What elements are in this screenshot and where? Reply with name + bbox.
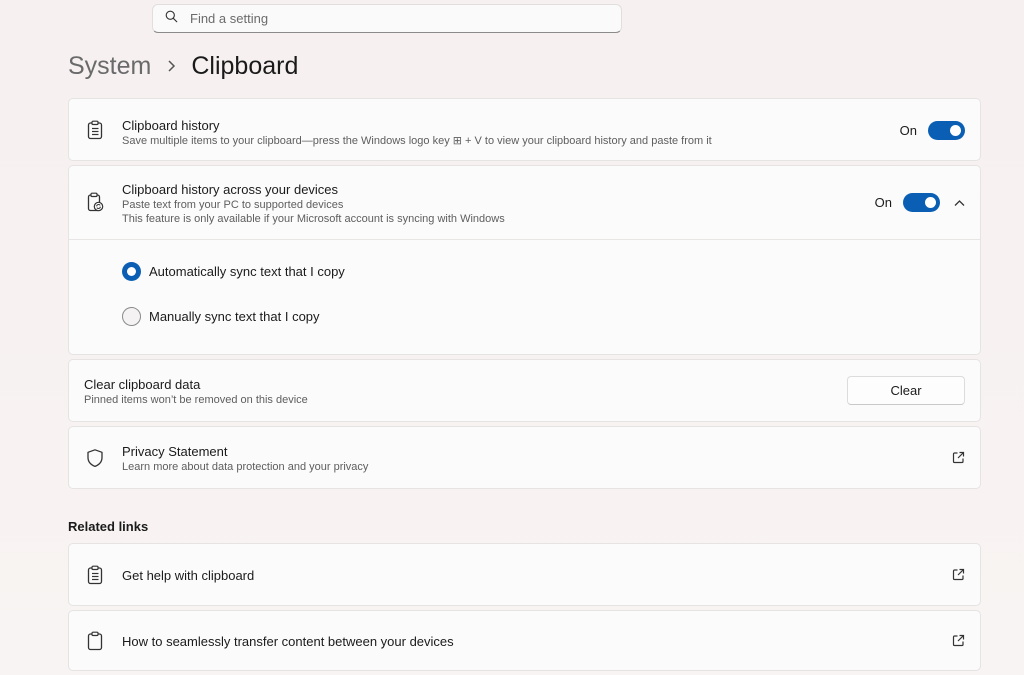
privacy-statement-subtitle: Learn more about data protection and you… (122, 461, 369, 473)
chevron-right-icon (167, 59, 177, 73)
radio-button-unselected[interactable] (122, 307, 141, 326)
clear-data-card: Clear clipboard data Pinned items won’t … (68, 359, 981, 422)
sync-devices-toggle[interactable] (903, 193, 940, 212)
related-links-heading: Related links (68, 519, 149, 534)
radio-manual-sync-label: Manually sync text that I copy (149, 309, 320, 324)
related-link-transfer[interactable]: How to seamlessly transfer content betwe… (68, 610, 981, 671)
search-icon (165, 10, 178, 28)
divider (69, 239, 980, 240)
radio-auto-sync-label: Automatically sync text that I copy (149, 264, 345, 279)
clipboard-history-toggle[interactable] (928, 121, 965, 140)
clipboard-list-icon (86, 565, 104, 585)
clipboard-icon (86, 631, 104, 651)
breadcrumb: System Clipboard (68, 48, 298, 84)
clear-data-title: Clear clipboard data (84, 377, 201, 392)
privacy-statement-title: Privacy Statement (122, 444, 228, 459)
clear-button[interactable]: Clear (847, 376, 965, 405)
clipboard-history-card: Clipboard history Save multiple items to… (68, 98, 981, 161)
clear-data-subtitle: Pinned items won’t be removed on this de… (84, 394, 308, 406)
external-link-icon (952, 634, 965, 647)
shield-icon (86, 448, 104, 468)
chevron-up-icon[interactable] (954, 199, 965, 207)
sync-devices-subtitle-1: Paste text from your PC to supported dev… (122, 199, 344, 211)
sync-devices-subtitle-2: This feature is only available if your M… (122, 213, 505, 225)
sync-devices-title: Clipboard history across your devices (122, 182, 339, 197)
related-link-help-label: Get help with clipboard (122, 568, 255, 583)
clipboard-history-state-label: On (899, 123, 917, 138)
page-title: Clipboard (191, 51, 299, 80)
search-box[interactable] (152, 4, 622, 33)
clipboard-list-icon (86, 120, 104, 140)
related-link-transfer-label: How to seamlessly transfer content betwe… (122, 634, 454, 649)
radio-manual-sync[interactable]: Manually sync text that I copy (122, 307, 320, 326)
sync-devices-state-label: On (874, 195, 892, 210)
external-link-icon (952, 451, 965, 464)
clipboard-history-subtitle: Save multiple items to your clipboard—pr… (122, 135, 712, 147)
privacy-statement-card[interactable]: Privacy Statement Learn more about data … (68, 426, 981, 489)
clipboard-history-title: Clipboard history (122, 118, 220, 133)
external-link-icon (952, 568, 965, 581)
breadcrumb-system-link[interactable]: System (68, 52, 151, 81)
sync-devices-card: Clipboard history across your devices Pa… (68, 165, 981, 355)
radio-auto-sync[interactable]: Automatically sync text that I copy (122, 262, 345, 281)
clipboard-sync-icon (86, 192, 104, 212)
search-input[interactable] (190, 11, 590, 26)
related-link-help[interactable]: Get help with clipboard (68, 543, 981, 606)
radio-button-selected[interactable] (122, 262, 141, 281)
